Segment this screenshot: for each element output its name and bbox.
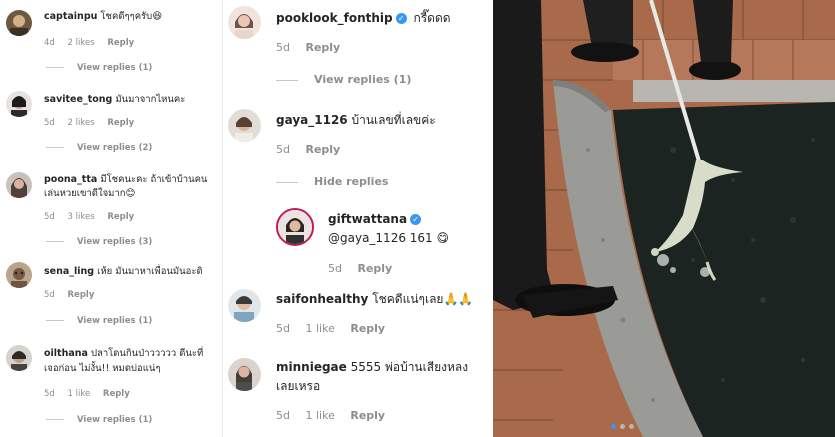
- view-replies-button[interactable]: View replies (3): [46, 237, 152, 247]
- comment-username[interactable]: savitee_tong: [44, 94, 112, 105]
- comment-meta: 5d Reply: [276, 143, 352, 156]
- reply-button[interactable]: Reply: [350, 409, 385, 422]
- comment-text: กรี๊ดดด: [413, 11, 451, 25]
- comment-text: 5555 พ่อบ้านเสียงหลง: [350, 360, 469, 374]
- comment-likes[interactable]: 1 like: [305, 322, 334, 335]
- video-frame-image: [493, 0, 835, 437]
- view-replies-button[interactable]: View replies (1): [46, 63, 152, 73]
- comment-likes[interactable]: 2 likes: [68, 38, 95, 48]
- comment-meta: 5d Reply: [276, 41, 352, 54]
- view-replies-button[interactable]: View replies (1): [46, 316, 152, 326]
- comment-meta: 5d 1 like Reply: [44, 389, 140, 399]
- comment-text-line2: เจอก่อน ไม่งั้น!! หมดบ่อแน่ๆ: [44, 363, 161, 374]
- avatar-savitee-tong[interactable]: [6, 91, 32, 117]
- comment-likes[interactable]: 1 like: [68, 389, 91, 399]
- comments-panel-left: captainpu โชคดีๆๆครับ😆 4d 2 likes Reply …: [0, 0, 222, 437]
- avatar-poona-tta[interactable]: [6, 172, 32, 198]
- carousel-dot[interactable]: [629, 424, 634, 429]
- comment-username[interactable]: minniegae: [276, 360, 347, 374]
- comment-username[interactable]: captainpu: [44, 11, 97, 22]
- comment-text-line2: เลยเหรอ: [276, 379, 321, 393]
- comment-meta: 5d 1 like Reply: [276, 322, 397, 335]
- avatar-sena-ling[interactable]: [6, 262, 32, 288]
- comment-text: โชคดีแน่ๆเลย🙏🙏: [372, 292, 474, 306]
- view-replies-button[interactable]: View replies (2): [46, 143, 152, 153]
- comment-likes[interactable]: 3 likes: [68, 212, 95, 222]
- avatar-minniegae[interactable]: [228, 358, 261, 391]
- avatar-pooklook-fonthip[interactable]: [228, 6, 261, 39]
- verified-badge-icon: ✓: [410, 214, 422, 225]
- comment-username[interactable]: pooklook_fonthip: [276, 11, 393, 25]
- reply-button[interactable]: Reply: [103, 389, 130, 399]
- hide-replies-button[interactable]: Hide replies: [276, 175, 388, 188]
- comment-meta: 5d Reply: [328, 262, 404, 275]
- reply-button[interactable]: Reply: [107, 118, 134, 128]
- reply-button[interactable]: Reply: [107, 212, 134, 222]
- comment-meta: 5d 1 like Reply: [276, 409, 397, 422]
- comment-age: 4d: [44, 38, 55, 48]
- reply-button[interactable]: Reply: [107, 38, 134, 48]
- comment-text: @gaya_1126 161 😋: [328, 231, 450, 245]
- reply-button[interactable]: Reply: [68, 290, 95, 300]
- comment-username[interactable]: saifonhealthy: [276, 292, 368, 306]
- comment-meta: 5d 2 likes Reply: [44, 118, 144, 128]
- comment-age: 5d: [276, 143, 290, 156]
- comment-meta: 5d 3 likes Reply: [44, 212, 144, 222]
- comments-panel-middle: pooklook_fonthip ✓ กรี๊ดดด 5d Reply View …: [222, 0, 493, 437]
- avatar-giftwattana[interactable]: [276, 208, 314, 246]
- comment-text-line2: เล่นหวยเขาดีใจมาก😊: [44, 188, 136, 199]
- view-replies-button[interactable]: View replies (1): [276, 73, 411, 86]
- avatar-gaya-1126[interactable]: [228, 109, 261, 142]
- comment-age: 5d: [276, 41, 290, 54]
- comment-text: ปลาโดนกินป่าววววว ดีนะที่: [90, 348, 204, 359]
- comment-age: 5d: [44, 212, 55, 222]
- comment-username[interactable]: giftwattana: [328, 212, 407, 226]
- comment-username[interactable]: sena_ling: [44, 266, 94, 277]
- avatar-saifonhealthy[interactable]: [228, 289, 261, 322]
- avatar-captainpu[interactable]: [6, 10, 32, 36]
- comment-age: 5d: [44, 389, 55, 399]
- avatar-oilthana[interactable]: [6, 345, 32, 371]
- comment-text: เห้ย มันมาหาเพื่อนมันอะดิ: [97, 266, 203, 277]
- comment-text: มีโชคนะคะ ถ้าเข้าบ้านคน: [100, 174, 208, 185]
- comment-username[interactable]: poona_tta: [44, 174, 97, 185]
- carousel-dots[interactable]: [611, 424, 634, 429]
- comment-text: มันมาจากไหนคะ: [115, 94, 186, 105]
- reply-button[interactable]: Reply: [305, 143, 340, 156]
- view-replies-button[interactable]: View replies (1): [46, 415, 152, 425]
- comment-username[interactable]: oilthana: [44, 348, 88, 359]
- comment-age: 5d: [276, 409, 290, 422]
- comment-age: 5d: [328, 262, 342, 275]
- comment-username[interactable]: gaya_1126: [276, 113, 348, 127]
- comment-text: บ้านเลขที่เลขค่ะ: [351, 113, 436, 127]
- comment-age: 5d: [44, 118, 55, 128]
- comment-likes[interactable]: 2 likes: [68, 118, 95, 128]
- carousel-dot[interactable]: [620, 424, 625, 429]
- comment-meta: 5d Reply: [44, 290, 104, 300]
- comment-likes[interactable]: 1 like: [305, 409, 334, 422]
- panel-divider: [222, 0, 223, 437]
- comment-age: 5d: [44, 290, 55, 300]
- comment-meta: 4d 2 likes Reply: [44, 38, 144, 48]
- reply-button[interactable]: Reply: [305, 41, 340, 54]
- post-video[interactable]: [493, 0, 835, 437]
- comment-text: โชคดีๆๆครับ😆: [100, 11, 163, 22]
- verified-badge-icon: ✓: [395, 13, 407, 24]
- comment-age: 5d: [276, 322, 290, 335]
- reply-button[interactable]: Reply: [357, 262, 392, 275]
- reply-button[interactable]: Reply: [350, 322, 385, 335]
- carousel-dot[interactable]: [611, 424, 616, 429]
